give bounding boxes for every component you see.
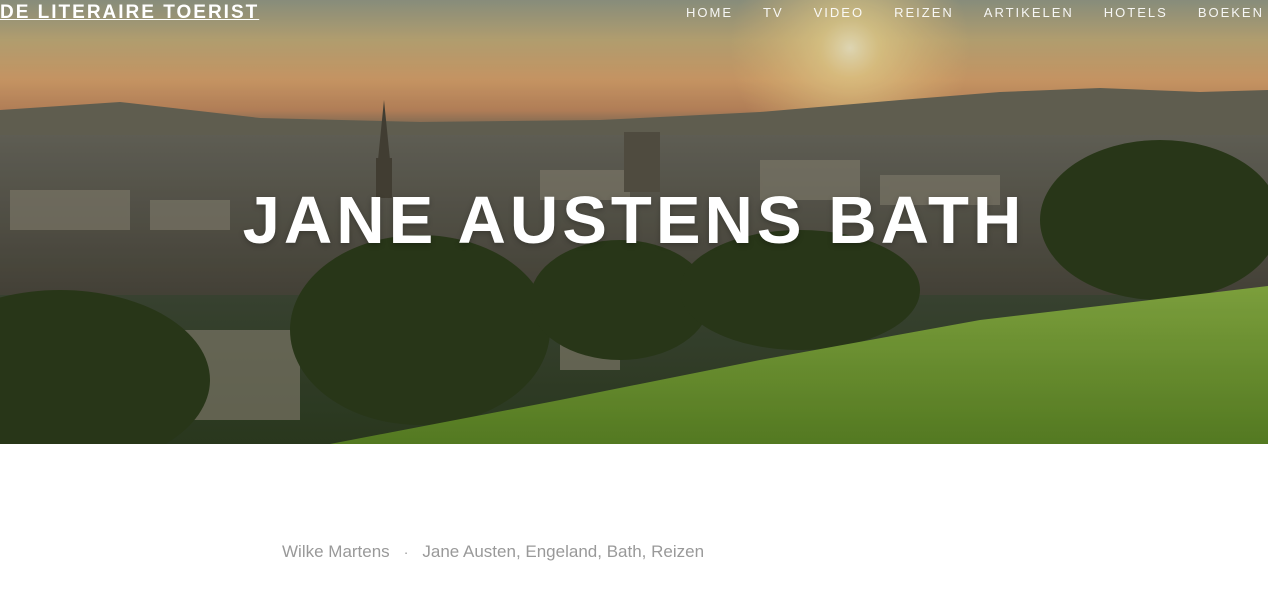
nav-item-tv[interactable]: TV [763, 5, 784, 20]
category-link-jane-austen[interactable]: Jane Austen [422, 542, 516, 561]
post-meta: Wilke Martens · Jane Austen, Engeland, B… [282, 542, 704, 562]
page: DE LITERAIRE TOERIST HOME TV VIDEO REIZE… [0, 0, 1268, 598]
page-title: JANE AUSTENS BATH [242, 183, 1026, 258]
nav-item-boeken[interactable]: BOEKEN [1198, 5, 1264, 20]
nav-item-home[interactable]: HOME [686, 5, 733, 20]
category-link-bath[interactable]: Bath [607, 542, 642, 561]
category-list: Jane Austen, Engeland, Bath, Reizen [422, 542, 704, 562]
hero-banner: DE LITERAIRE TOERIST HOME TV VIDEO REIZE… [0, 0, 1268, 444]
nav-item-video[interactable]: VIDEO [814, 5, 864, 20]
nav-item-artikelen[interactable]: ARTIKELEN [984, 5, 1074, 20]
category-link-engeland[interactable]: Engeland [525, 542, 597, 561]
category-delimiter: , [515, 542, 526, 561]
site-logo-link[interactable]: DE LITERAIRE TOERIST [0, 2, 259, 24]
main-navigation: HOME TV VIDEO REIZEN ARTIKELEN HOTELS BO… [686, 5, 1264, 20]
category-delimiter: , [597, 542, 607, 561]
nav-item-hotels[interactable]: HOTELS [1104, 5, 1168, 20]
meta-separator: · [403, 544, 409, 560]
category-delimiter: , [641, 542, 652, 561]
nav-item-reizen[interactable]: REIZEN [894, 5, 954, 20]
author-link[interactable]: Wilke Martens [282, 542, 390, 562]
category-link-reizen[interactable]: Reizen [651, 542, 704, 561]
